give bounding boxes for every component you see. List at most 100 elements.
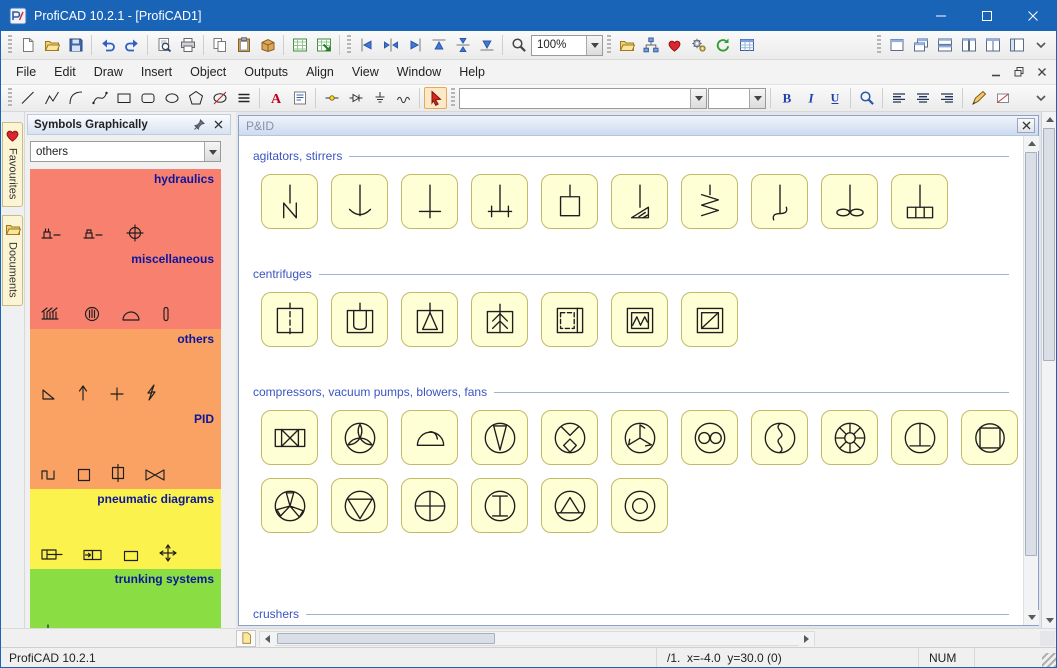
paste-button[interactable] — [232, 34, 255, 56]
tab-favourites[interactable]: Favourites — [2, 122, 23, 208]
polygon-tool-button[interactable] — [184, 87, 207, 109]
arc-tool-button[interactable] — [64, 87, 87, 109]
tile-horizontal-button[interactable] — [933, 34, 956, 56]
italic-button[interactable]: I — [799, 87, 822, 109]
pneumatic-junction-icon[interactable] — [159, 544, 177, 562]
category-others[interactable]: others — [30, 329, 221, 409]
pid-valve-icon[interactable] — [145, 468, 165, 482]
ground-tool-button[interactable] — [368, 87, 391, 109]
toolbar-overflow-button[interactable] — [1029, 34, 1052, 56]
category-pid[interactable]: PID — [30, 409, 221, 489]
menu-insert[interactable]: Insert — [132, 60, 181, 84]
mdi-restore-button[interactable] — [1008, 63, 1029, 81]
align-top-button[interactable] — [427, 34, 450, 56]
menu-help[interactable]: Help — [450, 60, 494, 84]
diode-tool-button[interactable] — [344, 87, 367, 109]
favourites-button[interactable] — [663, 34, 686, 56]
text-tool-button[interactable]: A — [264, 87, 287, 109]
symbol-agitator-blade[interactable] — [261, 174, 318, 229]
symbol-centrifuge-screw[interactable] — [471, 292, 528, 347]
label-tool-button[interactable] — [288, 87, 311, 109]
pid-vertical-scrollbar[interactable] — [1023, 136, 1039, 625]
open-button[interactable] — [40, 34, 63, 56]
symbol-agitator-propeller[interactable] — [821, 174, 878, 229]
symbol-agitator-helical[interactable] — [681, 174, 738, 229]
new-page-button[interactable] — [236, 629, 256, 647]
menu-view[interactable]: View — [343, 60, 388, 84]
misc-grate-icon[interactable] — [41, 306, 63, 322]
menu-file[interactable]: File — [7, 60, 45, 84]
polyline-tool-button[interactable] — [40, 87, 63, 109]
menu-object[interactable]: Object — [181, 60, 235, 84]
scroll-up-button[interactable] — [1042, 112, 1056, 127]
zoom-select[interactable]: 100% — [531, 34, 603, 56]
symbol-agitator-paddle[interactable] — [401, 174, 458, 229]
misc-meter-icon[interactable] — [83, 306, 101, 322]
bezier-tool-button[interactable] — [88, 87, 111, 109]
font-family-select[interactable] — [459, 87, 707, 109]
toolbar-grip[interactable] — [347, 35, 351, 55]
netlist-button[interactable] — [288, 34, 311, 56]
print-preview-button[interactable] — [152, 34, 175, 56]
symbol-compressor-diaphragm[interactable] — [541, 410, 598, 465]
other-lightning-icon[interactable] — [145, 384, 157, 402]
close-button[interactable] — [1010, 1, 1056, 31]
underline-button[interactable]: U — [823, 87, 846, 109]
panels-button[interactable] — [1005, 34, 1028, 56]
scrollbar-thumb[interactable] — [1043, 128, 1055, 362]
hierarchy-button[interactable] — [639, 34, 662, 56]
hydraulic-pump-a-icon[interactable] — [41, 226, 63, 242]
scrollbar-track[interactable] — [275, 632, 799, 645]
category-miscellaneous[interactable]: miscellaneous — [30, 249, 221, 329]
mdi-minimize-button[interactable] — [985, 63, 1006, 81]
resize-grip[interactable] — [1042, 653, 1056, 667]
scrollbar-thumb[interactable] — [277, 632, 495, 644]
update-button[interactable] — [711, 34, 734, 56]
align-left-button[interactable] — [355, 34, 378, 56]
closed-shape-tool-button[interactable] — [208, 87, 231, 109]
table-button[interactable] — [735, 34, 758, 56]
terminal-tool-button[interactable] — [320, 87, 343, 109]
symbols-library-button[interactable] — [615, 34, 638, 56]
scroll-right-button[interactable] — [799, 631, 814, 647]
align-center-button[interactable] — [379, 34, 402, 56]
other-cross-icon[interactable] — [109, 386, 125, 402]
coil-tool-button[interactable] — [392, 87, 415, 109]
tile-vertical-button[interactable] — [957, 34, 980, 56]
pin-icon[interactable] — [191, 117, 207, 132]
category-hydraulics[interactable]: hydraulics — [30, 169, 221, 249]
redo-button[interactable] — [120, 34, 143, 56]
symbol-compressor-screw[interactable] — [751, 410, 808, 465]
symbol-compressor-piston[interactable] — [261, 410, 318, 465]
symbol-centrifuge-vibrating[interactable] — [611, 292, 668, 347]
align-text-left-button[interactable] — [887, 87, 910, 109]
font-size-select[interactable] — [708, 87, 766, 109]
package-button[interactable] — [256, 34, 279, 56]
menu-window[interactable]: Window — [388, 60, 450, 84]
symbol-agitator-frame[interactable] — [541, 174, 598, 229]
symbol-compressor-enclosed[interactable] — [961, 410, 1018, 465]
split-window-button[interactable] — [981, 34, 1004, 56]
scrollbar-track[interactable] — [1024, 151, 1038, 610]
dropdown-arrow-icon[interactable] — [749, 88, 765, 108]
copy-button[interactable] — [208, 34, 231, 56]
symbol-compressor-triangle[interactable] — [331, 478, 388, 533]
menu-edit[interactable]: Edit — [45, 60, 85, 84]
dropdown-arrow-icon[interactable] — [204, 142, 220, 161]
symbol-blower-ring[interactable] — [611, 478, 668, 533]
minimize-button[interactable] — [918, 1, 964, 31]
horizontal-scrollbar[interactable] — [259, 630, 815, 647]
symbol-blower-roots[interactable] — [681, 410, 738, 465]
bold-button[interactable]: B — [775, 87, 798, 109]
align-bottom-button[interactable] — [475, 34, 498, 56]
mdi-vertical-scrollbar[interactable] — [1041, 112, 1056, 628]
toolbar-grip[interactable] — [607, 35, 611, 55]
symbol-agitator-gate[interactable] — [471, 174, 528, 229]
line-styles-button[interactable] — [232, 87, 255, 109]
symbol-centrifuge-basic[interactable] — [261, 292, 318, 347]
pid-square-icon[interactable] — [77, 468, 91, 482]
symbol-compressor-ibeam[interactable] — [471, 478, 528, 533]
symbol-agitator-turbine[interactable] — [891, 174, 948, 229]
line-tool-button[interactable] — [16, 87, 39, 109]
symbol-compressor-conical[interactable] — [471, 410, 528, 465]
